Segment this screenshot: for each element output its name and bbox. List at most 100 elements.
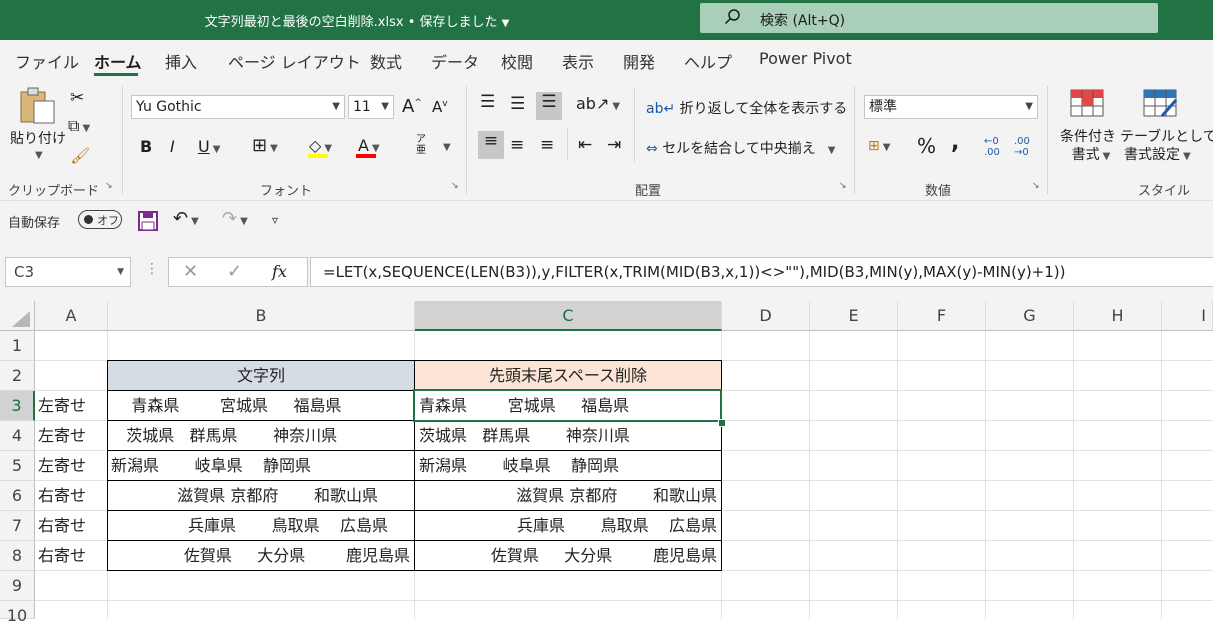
dialog-launcher-icon[interactable]: ↘	[839, 181, 849, 191]
tab-power-pivot[interactable]: Power Pivot	[759, 49, 852, 68]
cut-icon[interactable]: ✂	[70, 88, 84, 108]
cell-c8[interactable]: 佐賀県 大分県 鹿児島県	[414, 540, 722, 571]
bold-icon[interactable]: B	[140, 137, 152, 156]
save-icon[interactable]	[137, 210, 159, 232]
column-header-f[interactable]: F	[898, 301, 986, 331]
font-size-select[interactable]: 11 ▼	[348, 95, 394, 119]
number-format-select[interactable]: 標準 ▼	[864, 95, 1038, 119]
row-header-8[interactable]: 8	[0, 541, 35, 571]
tab-page-layout[interactable]: ページ レイアウト	[228, 49, 361, 73]
decrease-font-size-icon[interactable]: Av	[432, 98, 448, 116]
cell-c4[interactable]: 茨城県 群馬県 神奈川県	[414, 420, 722, 451]
enter-icon[interactable]: ✓	[227, 261, 242, 282]
accounting-format-icon[interactable]: ⊞ ▼	[868, 138, 890, 154]
align-top-icon[interactable]: ☰	[480, 92, 495, 112]
comma-style-icon[interactable]: ,	[951, 130, 959, 155]
row-header-2[interactable]: 2	[0, 361, 35, 391]
redo-icon[interactable]: ↷ ▼	[222, 208, 248, 229]
undo-icon[interactable]: ↶ ▼	[173, 208, 199, 229]
copy-icon[interactable]: ⧉ ▼	[68, 116, 90, 136]
paste-icon[interactable]	[18, 86, 58, 126]
font-color-icon[interactable]: A ▼	[358, 136, 380, 155]
cell-b3[interactable]: 青森県 宮城県 福島県	[107, 390, 415, 421]
align-bottom-icon[interactable]: ☰	[536, 92, 562, 120]
cell-b8[interactable]: 佐賀県 大分県 鹿児島県	[107, 540, 415, 571]
more-options-icon[interactable]: ⋮	[145, 261, 159, 277]
search-box[interactable]: 検索 (Alt+Q)	[700, 3, 1158, 33]
italic-icon[interactable]: I	[170, 137, 175, 156]
increase-indent-icon[interactable]: ⇥	[607, 135, 621, 155]
row-header-6[interactable]: 6	[0, 481, 35, 511]
customize-toolbar-icon[interactable]: ▿	[272, 213, 278, 227]
row-header-3[interactable]: 3	[0, 391, 35, 421]
autosave-toggle[interactable]: オフ	[78, 210, 122, 229]
chevron-down-icon[interactable]: ▼	[32, 146, 43, 162]
cell-b4[interactable]: 茨城県 群馬県 神奈川県	[107, 420, 415, 451]
tab-insert[interactable]: 挿入	[165, 49, 197, 73]
align-center-icon[interactable]: ≡	[510, 135, 524, 155]
dialog-launcher-icon[interactable]: ↘	[451, 181, 461, 191]
formula-input[interactable]: =LET(x,SEQUENCE(LEN(B3)),y,FILTER(x,TRIM…	[310, 257, 1213, 287]
dialog-launcher-icon[interactable]: ↘	[1032, 181, 1042, 191]
column-header-i[interactable]: I	[1162, 301, 1213, 331]
column-header-a[interactable]: A	[35, 301, 108, 331]
cancel-icon[interactable]: ✕	[183, 261, 198, 282]
table-header-source[interactable]: 文字列	[107, 360, 415, 391]
paste-button[interactable]: 貼り付け	[10, 128, 66, 148]
row-header-1[interactable]: 1	[0, 331, 35, 361]
tab-review[interactable]: 校閲	[501, 49, 533, 73]
align-left-icon[interactable]: ≡	[478, 131, 504, 159]
align-middle-icon[interactable]: ☰	[510, 94, 525, 114]
cell-a4[interactable]: 左寄せ	[38, 421, 106, 451]
column-header-c[interactable]: C	[415, 301, 722, 331]
cell-a8[interactable]: 右寄せ	[38, 541, 106, 571]
fill-handle[interactable]	[718, 419, 726, 427]
cell-c5[interactable]: 新潟県 岐阜県 静岡県	[414, 450, 722, 481]
orientation-icon[interactable]: ab↗ ▼	[576, 94, 620, 113]
format-painter-icon[interactable]: 🖌	[70, 146, 90, 165]
tab-developer[interactable]: 開発	[623, 49, 655, 73]
select-all-button[interactable]	[0, 301, 35, 331]
row-header-5[interactable]: 5	[0, 451, 35, 481]
cell-c6[interactable]: 滋賀県 京都府 和歌山県	[414, 480, 722, 511]
tab-view[interactable]: 表示	[562, 49, 594, 73]
cell-b6[interactable]: 滋賀県 京都府 和歌山県	[107, 480, 415, 511]
font-name-select[interactable]: Yu Gothic ▼	[131, 95, 345, 119]
align-right-icon[interactable]: ≡	[540, 135, 554, 155]
column-header-d[interactable]: D	[722, 301, 810, 331]
chevron-down-icon[interactable]: ▼	[440, 138, 451, 154]
column-header-b[interactable]: B	[108, 301, 415, 331]
tab-formulas[interactable]: 数式	[370, 49, 402, 73]
format-as-table-icon[interactable]	[1142, 88, 1178, 120]
cell-a6[interactable]: 右寄せ	[38, 481, 106, 511]
percent-style-icon[interactable]: %	[917, 134, 936, 158]
row-header-10[interactable]: 10	[0, 601, 35, 625]
column-header-h[interactable]: H	[1074, 301, 1162, 331]
increase-decimal-icon[interactable]: ←0.00	[984, 136, 1000, 158]
dialog-launcher-icon[interactable]: ↘	[105, 181, 115, 191]
tab-file[interactable]: ファイル	[15, 49, 79, 73]
worksheet-grid[interactable]: A B C D E F G H I 1 2 3 4 5 6 7 8 9 10 文…	[0, 301, 1213, 625]
name-box[interactable]: C3 ▼	[5, 257, 131, 287]
fill-color-icon[interactable]: ◇ ▼	[309, 136, 332, 155]
decrease-decimal-icon[interactable]: .00 →0	[1014, 136, 1030, 158]
borders-icon[interactable]: ⊞ ▼	[252, 135, 278, 156]
column-header-e[interactable]: E	[810, 301, 898, 331]
window-title[interactable]: 文字列最初と最後の空白削除.xlsx • 保存しました ▼	[0, 11, 714, 30]
cell-a3[interactable]: 左寄せ	[38, 391, 106, 421]
insert-function-icon[interactable]: fx	[272, 262, 287, 281]
decrease-indent-icon[interactable]: ⇤	[578, 135, 592, 155]
cell-a5[interactable]: 左寄せ	[38, 451, 106, 481]
conditional-formatting-button[interactable]: 条件付き 書式 ▼	[1060, 128, 1116, 166]
merge-center-button[interactable]: ⇔ セルを結合して中央揃え ▼	[646, 138, 835, 158]
chevron-down-icon[interactable]: ▼	[502, 18, 510, 29]
phonetic-guide-icon[interactable]: ア亜	[416, 134, 426, 156]
underline-icon[interactable]: U ▼	[198, 137, 220, 156]
row-header-4[interactable]: 4	[0, 421, 35, 451]
increase-font-size-icon[interactable]: A^	[402, 96, 422, 117]
table-header-result[interactable]: 先頭末尾スペース削除	[414, 360, 722, 391]
cell-a7[interactable]: 右寄せ	[38, 511, 106, 541]
tab-home[interactable]: ホーム	[94, 49, 142, 73]
cell-b7[interactable]: 兵庫県 鳥取県 広島県	[107, 510, 415, 541]
cell-b5[interactable]: 新潟県 岐阜県 静岡県	[107, 450, 415, 481]
